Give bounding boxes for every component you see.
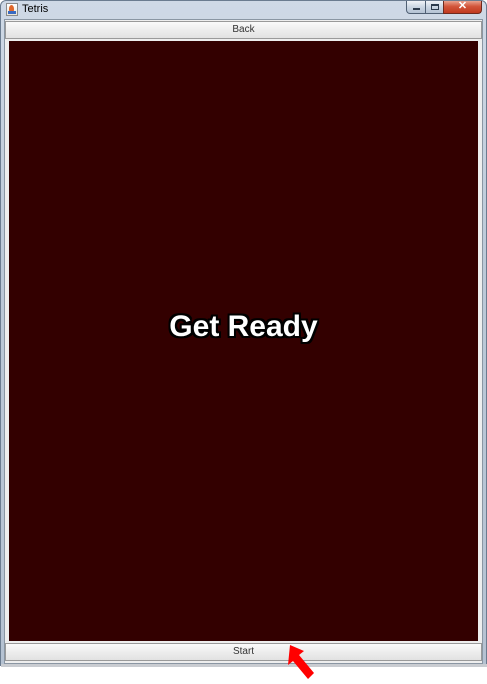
close-icon: ✕ — [457, 0, 468, 12]
start-button[interactable]: Start — [5, 643, 482, 661]
maximize-button[interactable] — [425, 1, 444, 14]
get-ready-message: Get Ready — [169, 310, 318, 343]
red-pointer-arrow-icon — [288, 645, 314, 679]
window-bottom-border — [1, 664, 487, 667]
arrow-shape — [288, 645, 314, 679]
content-pane: Back Get Ready Start — [4, 19, 483, 664]
close-button[interactable]: ✕ — [443, 0, 482, 14]
back-button[interactable]: Back — [5, 21, 482, 39]
minimize-icon — [413, 8, 420, 10]
maximize-icon — [431, 4, 439, 10]
java-app-icon[interactable] — [6, 3, 18, 16]
app-window: Tetris ✕ Back Get Ready Start — [0, 0, 487, 667]
game-board[interactable]: Get Ready — [9, 41, 478, 641]
minimize-button[interactable] — [406, 1, 426, 14]
window-title: Tetris — [22, 3, 49, 15]
title-bar[interactable]: Tetris ✕ — [1, 0, 486, 19]
